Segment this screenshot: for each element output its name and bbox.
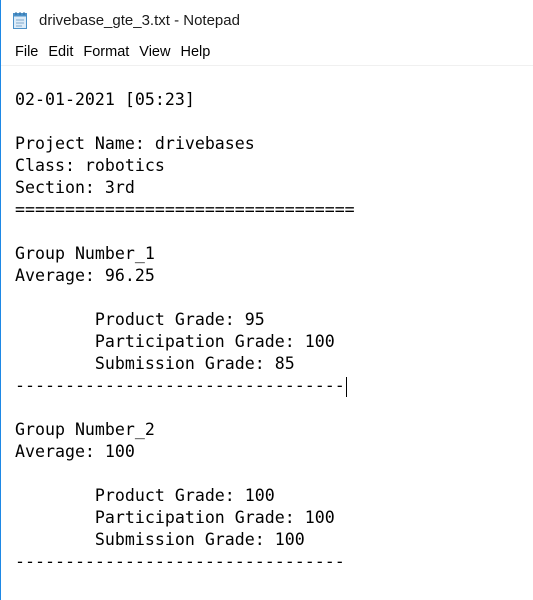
text-editor[interactable]: 02-01-2021 [05:23] Project Name: driveba… — [1, 65, 533, 600]
text-line — [15, 111, 533, 133]
text-line: Project Name: drivebases — [15, 134, 255, 153]
text-line-with-caret: --------------------------------- — [15, 375, 533, 397]
notepad-window: drivebase_gte_3.txt - Notepad File Edit … — [0, 0, 533, 600]
notepad-icon — [12, 11, 28, 29]
text-line: Average: 100 — [15, 442, 135, 461]
text-line-content: --------------------------------- — [15, 376, 345, 395]
menu-file[interactable]: File — [10, 42, 43, 63]
text-caret — [345, 376, 347, 397]
text-line: Submission Grade: 100 — [15, 530, 305, 549]
text-line — [15, 287, 533, 309]
text-line: Class: robotics — [15, 156, 165, 175]
menu-view[interactable]: View — [134, 42, 175, 63]
text-line — [15, 463, 533, 485]
text-line: 02-01-2021 [05:23] — [15, 90, 195, 109]
window-title: drivebase_gte_3.txt - Notepad — [39, 11, 240, 29]
text-line — [15, 221, 533, 243]
text-line: Product Grade: 100 — [15, 486, 275, 505]
title-bar[interactable]: drivebase_gte_3.txt - Notepad — [1, 0, 533, 40]
text-line: ================================== — [15, 200, 355, 219]
menu-format[interactable]: Format — [78, 42, 134, 63]
text-line: Submission Grade: 85 — [15, 354, 295, 373]
text-line: Participation Grade: 100 — [15, 332, 335, 351]
text-line: Section: 3rd — [15, 178, 135, 197]
menu-edit[interactable]: Edit — [43, 42, 78, 63]
text-line: --------------------------------- — [15, 552, 345, 571]
menu-help[interactable]: Help — [175, 42, 215, 63]
text-line: Group Number_1 — [15, 244, 155, 263]
text-line: Average: 96.25 — [15, 266, 155, 285]
text-line — [15, 397, 533, 419]
text-line: Product Grade: 95 — [15, 310, 265, 329]
text-line: Participation Grade: 100 — [15, 508, 335, 527]
text-line: Group Number_2 — [15, 420, 155, 439]
menu-bar: File Edit Format View Help — [1, 40, 533, 65]
